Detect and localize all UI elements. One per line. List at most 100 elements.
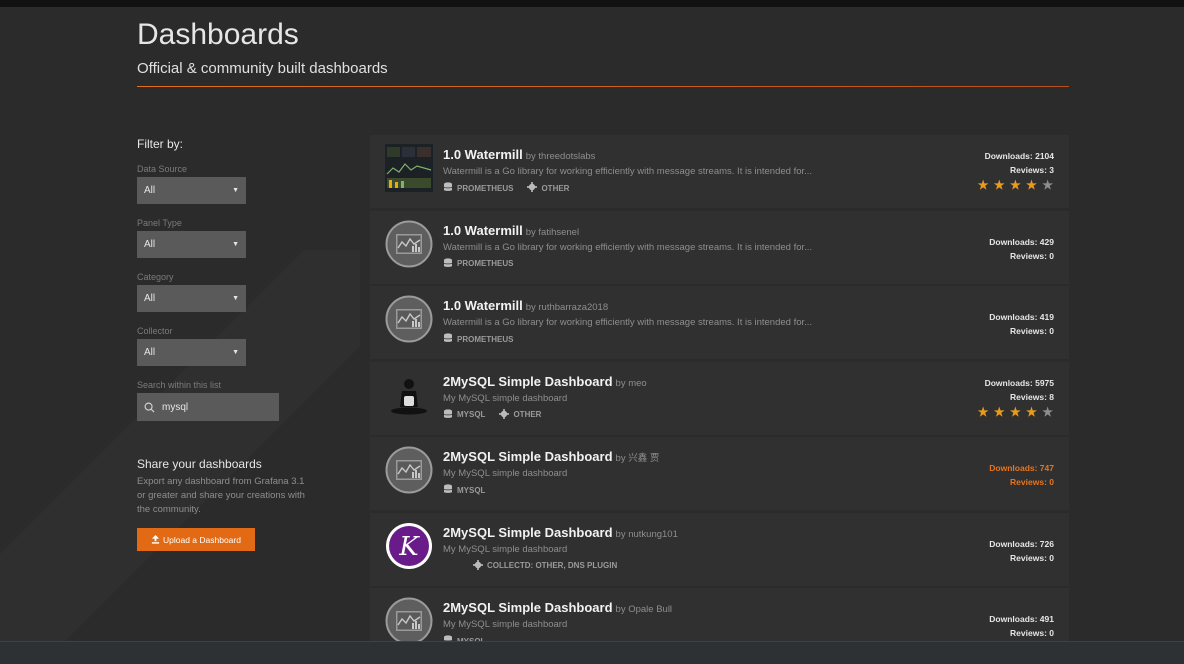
data-source-filter: Data Source All ▼ xyxy=(137,164,337,218)
dashboard-thumbnail[interactable] xyxy=(385,295,433,343)
tag: OTHER xyxy=(499,408,542,421)
reviews-count: Reviews: 0 xyxy=(1010,552,1054,563)
top-bar xyxy=(0,0,1184,7)
dashboard-tags: MYSQL xyxy=(443,484,499,496)
bottom-bar xyxy=(0,641,1184,664)
dashboard-description: My MySQL simple dashboard xyxy=(443,543,568,555)
dashboard-name[interactable]: 2MySQL Simple Dashboard xyxy=(443,525,613,540)
page-subtitle: Official & community built dashboards xyxy=(137,60,388,77)
collector-value: All xyxy=(144,347,156,358)
dashboard-card[interactable]: 2MySQL Simple Dashboard by 兴鑫 贾 My MySQL s… xyxy=(370,437,1069,510)
dashboard-title[interactable]: 2MySQL Simple Dashboard by nutkung101 xyxy=(443,525,678,540)
filter-sidebar: Filter by: Data Source All ▼ Panel Type … xyxy=(137,137,337,551)
dashboard-stats: Downloads: 419 Reviews: 0 xyxy=(989,310,1054,338)
dashboard-author: by meo xyxy=(615,377,647,389)
dashboard-stats: Downloads: 726 Reviews: 0 xyxy=(989,537,1054,565)
database-icon xyxy=(443,333,457,345)
category-filter: Category All ▼ xyxy=(137,272,337,326)
collector-select[interactable]: All ▼ xyxy=(137,339,246,366)
gear-icon xyxy=(499,408,513,421)
reviews-count: Reviews: 8 xyxy=(1010,391,1054,402)
dashboard-title[interactable]: 2MySQL Simple Dashboard by meo xyxy=(443,374,647,389)
search-input[interactable]: mysql xyxy=(137,393,279,421)
collector-filter: Collector All ▼ xyxy=(137,326,337,380)
star-icon: ★ xyxy=(1042,404,1054,419)
tag-label: COLLECTD: OTHER, DNS PLUGIN xyxy=(487,561,618,570)
downloads-count: Downloads: 726 xyxy=(989,538,1054,549)
rating-stars: ★ ★ ★ ★ ★ xyxy=(978,177,1054,193)
dashboard-description: Watermill is a Go library for working ef… xyxy=(443,241,813,253)
caret-down-icon: ▼ xyxy=(232,295,239,302)
dashboard-thumbnail[interactable] xyxy=(385,371,433,419)
dashboard-description: Watermill is a Go library for working ef… xyxy=(443,166,813,177)
dashboard-tags: COLLECTD: OTHER, DNS PLUGIN xyxy=(473,559,631,572)
tag-label: OTHER xyxy=(513,410,542,419)
star-icon: ★ xyxy=(1010,178,1022,192)
gear-icon xyxy=(473,559,487,572)
dashboard-stats: Downloads: 2104 Reviews: 3 ★ ★ ★ ★ ★ xyxy=(978,149,1054,193)
reviews-count: Reviews: 0 xyxy=(1010,628,1054,638)
tag-label: MYSQL xyxy=(457,410,486,419)
share-section: Share your dashboards Export any dashboa… xyxy=(137,457,337,551)
dashboard-thumbnail[interactable] xyxy=(385,446,433,494)
dashboard-card[interactable]: 2MySQL Simple Dashboard by Opale Bull My M… xyxy=(370,588,1069,641)
panel-type-select[interactable]: All ▼ xyxy=(137,231,246,258)
share-title: Share your dashboards xyxy=(137,457,262,471)
search-filter: Search within this list mysql xyxy=(137,380,337,421)
dashboard-author: by fatihsenel xyxy=(525,226,580,238)
dashboard-card[interactable]: 1.0 Watermill by threedotslabs Watermill i… xyxy=(370,135,1069,208)
dashboard-tags: MYSQL OTHER xyxy=(443,408,555,421)
dashboard-name[interactable]: 1.0 Watermill xyxy=(443,223,523,238)
dashboard-name[interactable]: 2MySQL Simple Dashboard xyxy=(443,374,613,389)
dashboard-card[interactable]: 2MySQL Simple Dashboard by meo My MySQL si… xyxy=(370,361,1069,435)
caret-down-icon: ▼ xyxy=(232,241,239,248)
star-icon: ★ xyxy=(993,178,1006,192)
dashboard-thumbnail[interactable]: K xyxy=(385,522,433,570)
dashboard-thumbnail[interactable] xyxy=(385,220,433,268)
dashboard-thumbnail[interactable] xyxy=(385,144,433,192)
downloads-count: Downloads: 419 xyxy=(989,312,1054,322)
dashboard-title[interactable]: 1.0 Watermill by threedotslabs xyxy=(443,147,595,162)
dashboard-name[interactable]: 2MySQL Simple Dashboard xyxy=(443,449,613,464)
caret-down-icon: ▼ xyxy=(232,349,239,356)
downloads-count: Downloads: 2104 xyxy=(984,151,1054,161)
dashboard-title[interactable]: 1.0 Watermill by ruthbarraza2018 xyxy=(443,298,608,313)
database-icon xyxy=(443,408,457,421)
dashboard-name[interactable]: 2MySQL Simple Dashboard xyxy=(443,600,613,615)
dashboard-title[interactable]: 2MySQL Simple Dashboard by Opale Bull xyxy=(443,600,672,615)
downloads-count: Downloads: 5975 xyxy=(984,377,1054,388)
reviews-count: Reviews: 3 xyxy=(1010,165,1054,175)
collector-label: Collector xyxy=(137,326,173,336)
tag-label: PROMETHEUS xyxy=(457,183,514,193)
data-source-select[interactable]: All ▼ xyxy=(137,177,246,204)
dashboard-author: by 兴鑫 贾 xyxy=(615,453,660,464)
dashboard-title[interactable]: 1.0 Watermill by fatihsenel xyxy=(443,223,579,238)
star-icon: ★ xyxy=(1010,404,1022,419)
rating-stars: ★ ★ ★ ★ ★ xyxy=(978,404,1054,420)
dashboard-tags: PROMETHEUS xyxy=(443,257,527,270)
dashboard-title[interactable]: 2MySQL Simple Dashboard by 兴鑫 贾 xyxy=(443,449,659,464)
tag-label: PROMETHEUS xyxy=(457,259,514,268)
reviews-count: Reviews: 0 xyxy=(1010,250,1054,261)
caret-down-icon: ▼ xyxy=(232,187,239,194)
category-select[interactable]: All ▼ xyxy=(137,285,246,312)
dashboard-author: by ruthbarraza2018 xyxy=(525,302,609,313)
dashboard-card[interactable]: 1.0 Watermill by ruthbarraza2018 Watermill… xyxy=(370,286,1069,359)
dashboard-description: My MySQL simple dashboard xyxy=(443,392,568,404)
tag: PROMETHEUS xyxy=(443,182,513,194)
dashboard-list: 1.0 Watermill by threedotslabs Watermill i… xyxy=(370,135,1069,641)
tag-label: MYSQL xyxy=(457,485,486,495)
tag: OTHER xyxy=(527,182,569,194)
dashboard-stats: Downloads: 491 Reviews: 0 xyxy=(989,612,1054,640)
panel-type-label: Panel Type xyxy=(137,218,182,228)
tag-label: OTHER xyxy=(541,183,570,193)
panel-type-value: All xyxy=(144,239,156,250)
dashboard-name[interactable]: 1.0 Watermill xyxy=(443,147,523,162)
dashboard-card[interactable]: K 2MySQL Simple Dashboard by nutkung101 My … xyxy=(370,512,1069,586)
tag: PROMETHEUS xyxy=(443,257,514,270)
dashboard-thumbnail[interactable] xyxy=(385,597,433,641)
dashboard-name[interactable]: 1.0 Watermill xyxy=(443,298,523,313)
dashboard-card[interactable]: 1.0 Watermill by fatihsenel Watermill is a… xyxy=(370,210,1069,284)
downloads-count: Downloads: 429 xyxy=(989,236,1054,247)
upload-dashboard-button[interactable]: Upload a Dashboard xyxy=(137,528,255,551)
